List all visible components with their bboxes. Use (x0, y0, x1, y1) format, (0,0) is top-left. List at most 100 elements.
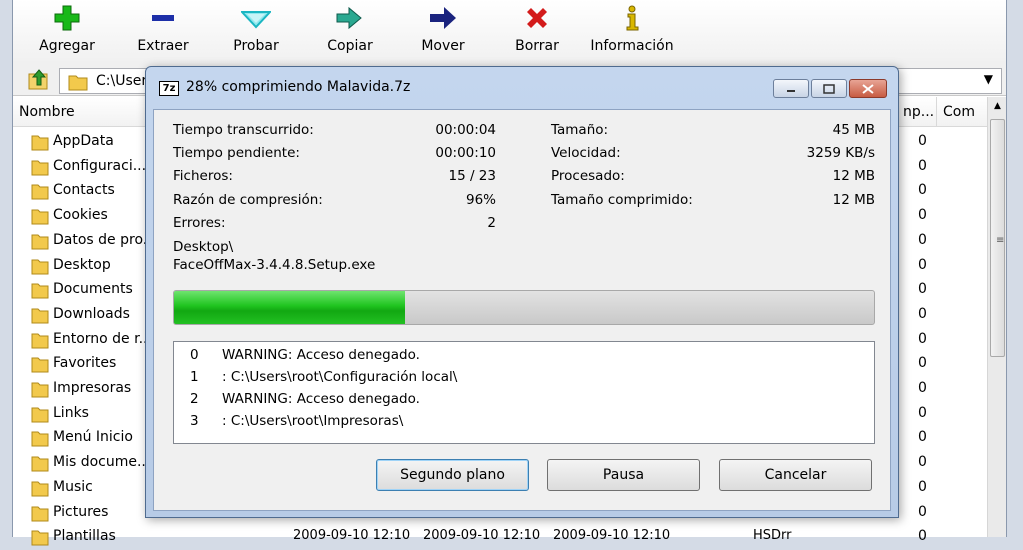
log-index: 0 (190, 347, 199, 363)
compressed-size-value: 12 MB (832, 192, 875, 208)
column-header-name[interactable]: Nombre (13, 97, 147, 127)
errors-value: 2 (487, 215, 496, 231)
item-name: Downloads (53, 305, 130, 322)
folder-icon (31, 529, 49, 550)
dialog-title: 28% comprimiendo Malavida.7z (186, 79, 411, 95)
close-icon (862, 83, 874, 94)
info-label: Información (590, 38, 674, 54)
item-size: 0 (918, 454, 927, 471)
item-name: Favorites (53, 355, 117, 372)
item-name: Menú Inicio (53, 429, 133, 446)
test-label: Probar (233, 38, 279, 54)
pause-button[interactable]: Pausa (547, 459, 700, 491)
folder-icon (31, 505, 49, 526)
item-size: 0 (918, 157, 927, 174)
message-log[interactable]: 0 WARNING: Acceso denegado. 1 : C:\Users… (173, 341, 875, 444)
errors-label: Errores: (173, 215, 226, 231)
copy-button[interactable]: Copiar (310, 4, 390, 60)
item-name: Documents (53, 281, 133, 298)
folder-icon (31, 159, 49, 180)
toolbar: Agregar Extraer Probar Copiar Mover Borr… (13, 0, 1006, 64)
move-button[interactable]: Mover (403, 4, 483, 60)
elapsed-value: 00:00:04 (435, 122, 496, 138)
scroll-thumb[interactable]: ≡ (990, 119, 1005, 357)
folder-icon (31, 208, 49, 229)
info-button[interactable]: Información (585, 4, 679, 60)
check-chevron-icon (241, 4, 271, 32)
chevron-down-icon[interactable]: ▼ (984, 72, 993, 86)
info-icon (617, 4, 647, 32)
list-item[interactable]: Plantillas 0 2009-09-10 12:10 2009-09-10 12… (13, 525, 1006, 550)
item-name: Desktop (53, 256, 111, 273)
progress-fill (174, 291, 405, 324)
item-size: 0 (918, 330, 927, 347)
log-text: : C:\Users\root\Impresoras\ (222, 413, 404, 429)
log-row: 3 : C:\Users\root\Impresoras\ (174, 410, 874, 432)
item-size: 0 (918, 207, 927, 224)
folder-icon (31, 134, 49, 155)
item-created: 2009-09-10 12:10 (423, 528, 541, 544)
current-directory: Desktop\ (173, 239, 234, 255)
address-path: C:\User (96, 73, 148, 89)
folder-icon (31, 183, 49, 204)
extract-button[interactable]: Extraer (123, 4, 203, 60)
up-folder-icon[interactable] (27, 68, 51, 92)
log-row: 0 WARNING: Acceso denegado. (174, 344, 874, 366)
speed-value: 3259 KB/s (806, 145, 875, 161)
add-button[interactable]: Agregar (27, 4, 107, 60)
processed-value: 12 MB (832, 168, 875, 184)
delete-button[interactable]: Borrar (497, 4, 577, 60)
item-size: 0 (918, 133, 927, 149)
copy-arrow-icon (335, 4, 365, 32)
folder-icon (31, 381, 49, 402)
item-name: Datos de pro... (53, 231, 157, 248)
log-row: 1 : C:\Users\root\Configuración local\ (174, 366, 874, 388)
folder-icon (31, 430, 49, 451)
folder-icon (31, 356, 49, 377)
scroll-up-arrow-icon[interactable]: ▲ (988, 97, 1007, 115)
item-name: Entorno de r... (53, 330, 152, 347)
item-name: Contacts (53, 182, 115, 199)
background-button[interactable]: Segundo plano (376, 459, 529, 491)
arrow-right-icon (428, 4, 458, 32)
item-accessed: 2009-09-10 12:10 (553, 528, 671, 544)
item-name: Mis docume... (53, 454, 151, 471)
vertical-scrollbar[interactable]: ▲ ≡ (987, 97, 1006, 537)
column-header-truncated[interactable]: np... (897, 97, 937, 127)
folder-icon (31, 406, 49, 427)
minimize-button[interactable] (773, 79, 809, 98)
log-text: WARNING: Acceso denegado. (222, 391, 420, 407)
item-size: 0 (918, 355, 927, 372)
x-icon (522, 4, 552, 32)
progress-bar (173, 290, 875, 325)
dialog-titlebar[interactable]: 7z 28% comprimiendo Malavida.7z (146, 67, 898, 109)
column-header-comment[interactable]: Com (937, 97, 989, 127)
cancel-button[interactable]: Cancelar (719, 459, 872, 491)
item-name: Plantillas (53, 528, 116, 545)
item-name: Links (53, 404, 89, 421)
item-name: Pictures (53, 503, 109, 520)
item-name: Music (53, 478, 93, 495)
test-button[interactable]: Probar (216, 4, 296, 60)
folder-icon (68, 73, 88, 95)
sevenzip-logo-icon: 7z (159, 81, 179, 96)
processed-label: Procesado: (551, 168, 625, 184)
item-size: 0 (918, 429, 927, 446)
item-size: 0 (918, 256, 927, 273)
progress-dialog: 7z 28% comprimiendo Malavida.7z Tiempo t… (145, 66, 899, 518)
maximize-button[interactable] (811, 79, 847, 98)
add-label: Agregar (39, 38, 95, 54)
minus-icon (148, 4, 178, 32)
folder-icon (31, 480, 49, 501)
item-name: Impresoras (53, 380, 132, 396)
minimize-icon (787, 89, 795, 92)
log-text: WARNING: Acceso denegado. (222, 347, 420, 363)
item-size: 0 (918, 478, 927, 495)
dialog-body: Tiempo transcurrido: 00:00:04 Tiempo pen… (153, 109, 891, 511)
delete-label: Borrar (515, 38, 559, 54)
current-file: FaceOffMax-3.4.4.8.Setup.exe (173, 257, 376, 273)
close-button[interactable] (849, 79, 887, 98)
files-value: 15 / 23 (448, 168, 497, 184)
size-value: 45 MB (832, 122, 875, 138)
folder-icon (31, 307, 49, 328)
